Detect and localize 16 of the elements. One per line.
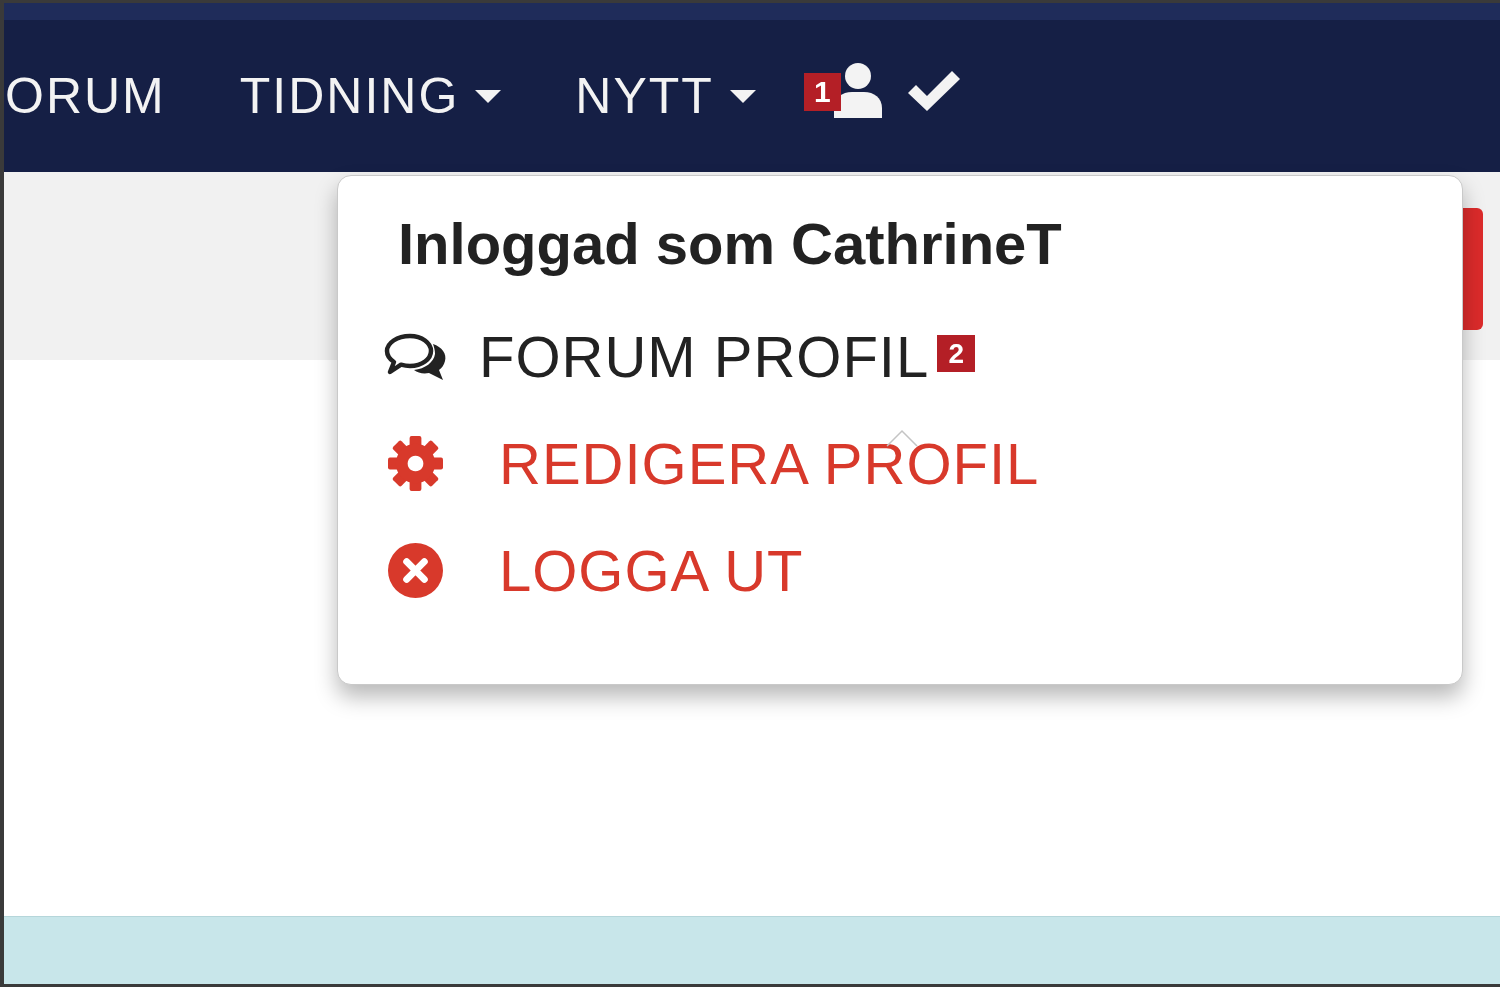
caret-icon xyxy=(475,89,502,103)
menu-item[interactable]: REDIGERA PROFIL xyxy=(384,410,1040,517)
x-circle-icon xyxy=(388,543,443,598)
nav-link[interactable]: ORUM xyxy=(5,71,166,121)
logged-in-label: Inloggad som CathrineT xyxy=(398,210,1062,278)
gear-icon xyxy=(388,436,443,491)
notification-badge: 1 xyxy=(803,73,841,111)
user-icon[interactable] xyxy=(833,62,882,118)
chat-bubbles-icon xyxy=(384,332,448,381)
check-icon[interactable] xyxy=(907,71,960,111)
caret-icon xyxy=(729,89,756,103)
menu-item[interactable]: LOGGA UT xyxy=(384,517,804,624)
nav-link[interactable]: TIDNING xyxy=(239,71,502,121)
nav-link[interactable]: NYTT xyxy=(575,71,756,121)
count-badge: 2 xyxy=(937,335,976,372)
menu-item[interactable]: FORUM PROFIL 2 xyxy=(384,303,976,410)
